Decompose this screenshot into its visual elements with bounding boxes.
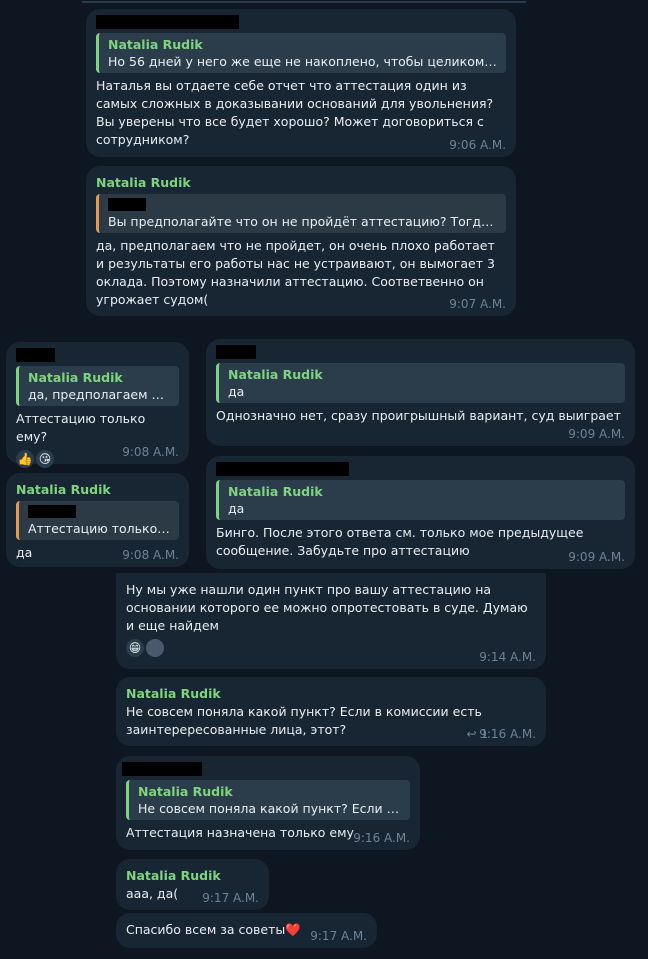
message-bubble[interactable]: Natalia Rudik Не совсем поняла какой пун… bbox=[116, 677, 546, 746]
reply-text: Аттестацию только е... bbox=[28, 521, 171, 536]
message-time: 9:17 A.M. bbox=[202, 891, 259, 905]
reply-sender: Natalia Rudik bbox=[28, 370, 123, 385]
redacted-reply-sender bbox=[28, 505, 76, 518]
sender-name[interactable]: Natalia Rudik bbox=[16, 481, 179, 499]
reply-quote[interactable]: Natalia Rudik да, предполагаем чт... bbox=[16, 366, 179, 406]
sender-name[interactable]: Natalia Rudik bbox=[96, 174, 506, 192]
message-time: 9:09 A.M. bbox=[568, 427, 625, 441]
reply-sender: Natalia Rudik bbox=[228, 367, 323, 382]
reply-sender: Natalia Rudik bbox=[228, 484, 323, 499]
sender-name[interactable]: Natalia Rudik bbox=[126, 685, 536, 703]
reply-text: Но 56 дней у него же еще не накоплено, ч… bbox=[108, 54, 498, 69]
message-bubble[interactable]: Natalia Rudik Не совсем поняла какой пун… bbox=[116, 756, 420, 850]
reply-quote[interactable]: Natalia Rudik Не совсем поняла какой пун… bbox=[126, 780, 410, 820]
thumbs-up-icon[interactable]: 👍 bbox=[16, 450, 34, 468]
message-text: Ну мы уже нашли один пункт про вашу атте… bbox=[126, 582, 528, 633]
message-text: Аттестацию только ему? bbox=[16, 411, 146, 444]
avatar[interactable] bbox=[146, 639, 164, 657]
redacted-sender bbox=[96, 15, 239, 29]
grin-emoji-icon[interactable]: 😁 bbox=[126, 639, 144, 657]
message-bubble[interactable]: Natalia Rudik Аттестацию только е... да … bbox=[6, 473, 189, 567]
message-time: 9:08 A.M. bbox=[122, 445, 179, 459]
redacted-sender bbox=[216, 462, 349, 476]
message-time: 9:06 A.M. bbox=[449, 138, 506, 152]
message-bubble[interactable]: Natalia Rudik да Однозначно нет, сразу п… bbox=[206, 339, 635, 446]
kiss-emoji-icon[interactable]: 😘 bbox=[36, 450, 54, 468]
reply-arrow-icon: ↩ bbox=[466, 727, 477, 741]
reply-quote[interactable]: Аттестацию только е... bbox=[16, 501, 179, 540]
redacted-sender bbox=[216, 345, 256, 359]
message-bubble[interactable]: Спасибо всем за советы❤️ 9:17 A.M. bbox=[116, 913, 377, 948]
reply-text: да bbox=[228, 501, 245, 516]
reply-quote[interactable]: Natalia Rudik да bbox=[216, 363, 625, 403]
message-time: 9:14 A.M. bbox=[479, 650, 536, 664]
reply-sender: Natalia Rudik bbox=[108, 37, 203, 52]
message-text: Однозначно нет, сразу проигрышный вариан… bbox=[216, 408, 621, 423]
message-text: Наталья вы отдаете себе отчет что аттест… bbox=[96, 78, 494, 147]
reply-text: Вы предполагайте что он не пройдёт аттес… bbox=[108, 214, 498, 229]
message-bubble[interactable]: Natalia Rudik Но 56 дней у него же еще н… bbox=[86, 9, 516, 157]
message-bubble[interactable]: Ну мы уже нашли один пункт про вашу атте… bbox=[116, 573, 546, 669]
redacted-sender bbox=[122, 762, 202, 776]
message-text: да, предполагаем что не пройдет, он очен… bbox=[96, 238, 495, 307]
reply-sender: Natalia Rudik bbox=[138, 784, 233, 799]
redacted-reply-sender bbox=[108, 198, 146, 211]
reply-quote[interactable]: Natalia Rudik да bbox=[216, 480, 625, 520]
message-time: 9:09 A.M. bbox=[568, 550, 625, 564]
message-time: 9:08 A.M. bbox=[122, 548, 179, 562]
message-bubble[interactable]: Natalia Rudik Вы предполагайте что он не… bbox=[86, 166, 516, 316]
message-time: 9:07 A.M. bbox=[449, 297, 506, 311]
message-bubble[interactable]: Natalia Rudik ааа, да( 9:17 A.M. bbox=[116, 859, 269, 910]
reply-quote[interactable]: Natalia Rudik Но 56 дней у него же еще н… bbox=[96, 33, 506, 73]
reply-text: да, предполагаем чт... bbox=[28, 387, 171, 402]
reply-text: да bbox=[228, 384, 245, 399]
sender-name[interactable]: Natalia Rudik bbox=[126, 867, 259, 885]
redacted-sender bbox=[16, 348, 55, 362]
reactions: 😁 bbox=[126, 639, 536, 657]
reply-text: Не совсем поняла какой пункт? Если в к..… bbox=[138, 801, 402, 816]
message-time: 9:16 A.M. bbox=[353, 831, 410, 845]
message-text: Спасибо всем за советы bbox=[126, 922, 286, 937]
message-text: Бинго. После этого ответа см. только мое… bbox=[216, 525, 584, 558]
heart-icon: ❤️ bbox=[285, 922, 301, 937]
message-bubble[interactable]: Natalia Rudik да Бинго. После этого отве… bbox=[206, 456, 635, 569]
divider bbox=[82, 1, 526, 3]
message-bubble[interactable]: Natalia Rudik да, предполагаем чт... Атт… bbox=[6, 342, 189, 468]
message-time: 9:17 A.M. bbox=[310, 929, 367, 943]
reply-quote[interactable]: Вы предполагайте что он не пройдёт аттес… bbox=[96, 194, 506, 233]
message-time: 9:16 A.M. bbox=[479, 727, 536, 741]
